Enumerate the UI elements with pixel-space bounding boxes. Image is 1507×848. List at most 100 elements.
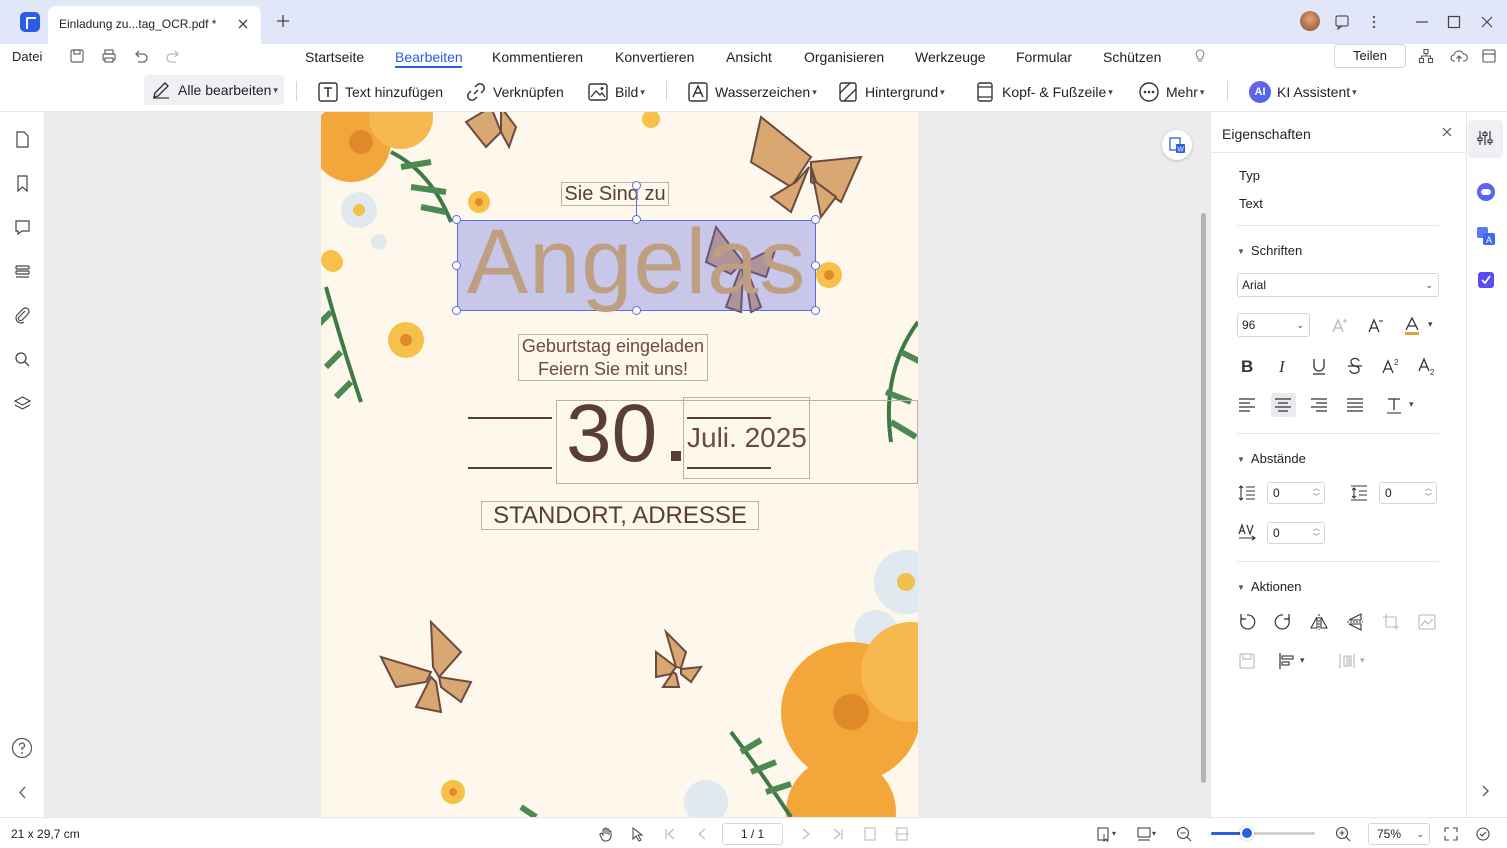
minimize-icon[interactable] <box>1414 14 1430 30</box>
align-justify-icon[interactable] <box>1345 395 1365 415</box>
more-vertical-icon[interactable] <box>1366 14 1382 30</box>
resize-handle-se[interactable] <box>811 306 820 315</box>
rotate-handle[interactable] <box>632 181 641 190</box>
actions-section-header[interactable]: Aktionen <box>1237 579 1302 594</box>
hand-tool-icon[interactable] <box>598 826 614 842</box>
expand-strip-icon[interactable] <box>1478 784 1492 798</box>
new-tab-icon[interactable] <box>276 14 290 28</box>
bold-icon[interactable]: B <box>1237 356 1257 376</box>
reading-mode-icon[interactable] <box>1475 826 1491 842</box>
invite-heading-text[interactable]: Sie Sind zu <box>561 182 669 206</box>
attachment-icon[interactable] <box>13 306 32 325</box>
resize-handle-ne[interactable] <box>811 215 820 224</box>
redo-icon[interactable] <box>164 47 182 65</box>
collapse-sidebar-icon[interactable] <box>13 783 32 802</box>
flip-horizontal-icon[interactable] <box>1309 612 1329 632</box>
convert-to-word-icon[interactable]: W <box>1162 130 1192 160</box>
tab-startseite[interactable]: Startseite <box>305 49 364 65</box>
fit-width-icon[interactable] <box>894 826 910 842</box>
save-icon[interactable] <box>68 47 86 65</box>
avatar[interactable] <box>1300 11 1320 31</box>
last-page-icon[interactable] <box>830 826 846 842</box>
font-color-icon[interactable] <box>1402 316 1422 336</box>
translate-icon[interactable]: A <box>1476 226 1496 246</box>
more-button[interactable]: Mehr ▾ <box>1138 78 1204 106</box>
lightbulb-icon[interactable] <box>1192 48 1208 64</box>
fit-page-icon[interactable] <box>862 826 878 842</box>
superscript-icon[interactable]: 2 <box>1381 356 1401 376</box>
crop-icon[interactable] <box>1381 612 1401 632</box>
layers-icon[interactable] <box>13 394 32 413</box>
page-number-input[interactable]: 1 / 1 <box>722 823 783 845</box>
paragraph-spacing-input[interactable]: 0 ︿ ﹀ <box>1379 482 1437 504</box>
resize-handle-s[interactable] <box>632 306 641 315</box>
task-check-icon[interactable] <box>1477 271 1495 289</box>
fields-icon[interactable] <box>13 262 32 281</box>
page-layout-icon[interactable] <box>1136 826 1152 842</box>
distribute-icon[interactable] <box>1337 651 1357 671</box>
file-menu[interactable]: Datei <box>12 49 42 64</box>
ai-robot-icon[interactable] <box>1477 183 1495 201</box>
rotate-right-icon[interactable] <box>1273 612 1293 632</box>
document-tab[interactable]: Einladung zu...tag_OCR.pdf * <box>48 6 261 44</box>
resize-handle-e[interactable] <box>811 261 820 270</box>
zoom-level-select[interactable]: 75% ⌄ <box>1368 823 1430 845</box>
tab-schuetzen[interactable]: Schützen <box>1103 49 1161 65</box>
panel-toggle-icon[interactable] <box>1481 48 1497 64</box>
text-direction-icon[interactable] <box>1385 395 1405 415</box>
align-objects-icon[interactable] <box>1277 651 1297 671</box>
tab-bearbeiten[interactable]: Bearbeiten <box>395 49 463 65</box>
subscript-icon[interactable]: 2 <box>1417 356 1437 376</box>
chevron-down-icon[interactable]: ▾ <box>1409 399 1414 410</box>
increase-font-icon[interactable] <box>1330 316 1350 336</box>
header-footer-button[interactable]: Kopf- & Fußzeile ▾ <box>974 78 1113 106</box>
italic-icon[interactable]: I <box>1273 356 1293 376</box>
tab-ansicht[interactable]: Ansicht <box>726 49 772 65</box>
close-tab-icon[interactable] <box>236 17 250 31</box>
workflow-icon[interactable] <box>1418 48 1434 64</box>
help-icon[interactable] <box>11 737 33 759</box>
resize-handle-w[interactable] <box>452 261 461 270</box>
line-spacing-input[interactable]: 0 ︿ ﹀ <box>1267 482 1325 504</box>
stepper-arrows-icon[interactable]: ︿ ﹀ <box>1425 484 1432 502</box>
page-thumbnail-icon[interactable] <box>13 130 32 149</box>
spacing-section-header[interactable]: Abstände <box>1237 451 1306 466</box>
print-icon[interactable] <box>100 47 118 65</box>
select-tool-icon[interactable] <box>630 826 646 842</box>
share-button[interactable]: Teilen <box>1334 44 1406 68</box>
tab-kommentieren[interactable]: Kommentieren <box>492 49 583 65</box>
watermark-button[interactable]: Wasserzeichen ▾ <box>687 78 817 106</box>
background-button[interactable]: Hintergrund ▾ <box>837 78 945 106</box>
bookmark-icon[interactable] <box>13 174 32 193</box>
zoom-out-icon[interactable] <box>1176 826 1192 842</box>
align-right-icon[interactable] <box>1309 395 1329 415</box>
next-page-icon[interactable] <box>798 826 814 842</box>
tab-konvertieren[interactable]: Konvertieren <box>615 49 694 65</box>
font-size-select[interactable]: 96 ⌄ <box>1237 313 1310 337</box>
comment-icon[interactable] <box>13 218 32 237</box>
strikethrough-icon[interactable] <box>1345 356 1365 376</box>
chevron-down-icon[interactable]: ▾ <box>1300 655 1305 666</box>
chevron-down-icon[interactable]: ▾ <box>1152 829 1156 838</box>
resize-handle-n[interactable] <box>632 215 641 224</box>
zoom-in-icon[interactable] <box>1335 826 1351 842</box>
save-image-icon[interactable] <box>1237 651 1257 671</box>
image-button[interactable]: Bild ▾ <box>587 78 645 106</box>
decrease-font-icon[interactable] <box>1366 316 1386 336</box>
stepper-arrows-icon[interactable]: ︿ ﹀ <box>1313 484 1320 502</box>
close-panel-icon[interactable] <box>1441 126 1453 138</box>
chevron-down-icon[interactable]: ▾ <box>1428 319 1433 330</box>
flip-vertical-icon[interactable] <box>1345 612 1365 632</box>
cloud-upload-icon[interactable] <box>1450 48 1468 64</box>
character-spacing-input[interactable]: 0 ︿ ﹀ <box>1267 522 1325 544</box>
zoom-slider-handle[interactable] <box>1240 826 1255 840</box>
tab-formular[interactable]: Formular <box>1016 49 1072 65</box>
feedback-icon[interactable] <box>1334 14 1350 30</box>
tab-werkzeuge[interactable]: Werkzeuge <box>915 49 986 65</box>
close-window-icon[interactable] <box>1479 14 1495 30</box>
date-month-year-text[interactable]: Juli. 2025 <box>683 397 810 479</box>
fonts-section-header[interactable]: Schriften <box>1237 243 1302 258</box>
date-day-text[interactable]: 30 <box>566 384 657 484</box>
ai-assistant-button[interactable]: AI KI Assistent ▾ <box>1249 78 1357 106</box>
chevron-down-icon[interactable]: ▾ <box>1112 829 1116 838</box>
